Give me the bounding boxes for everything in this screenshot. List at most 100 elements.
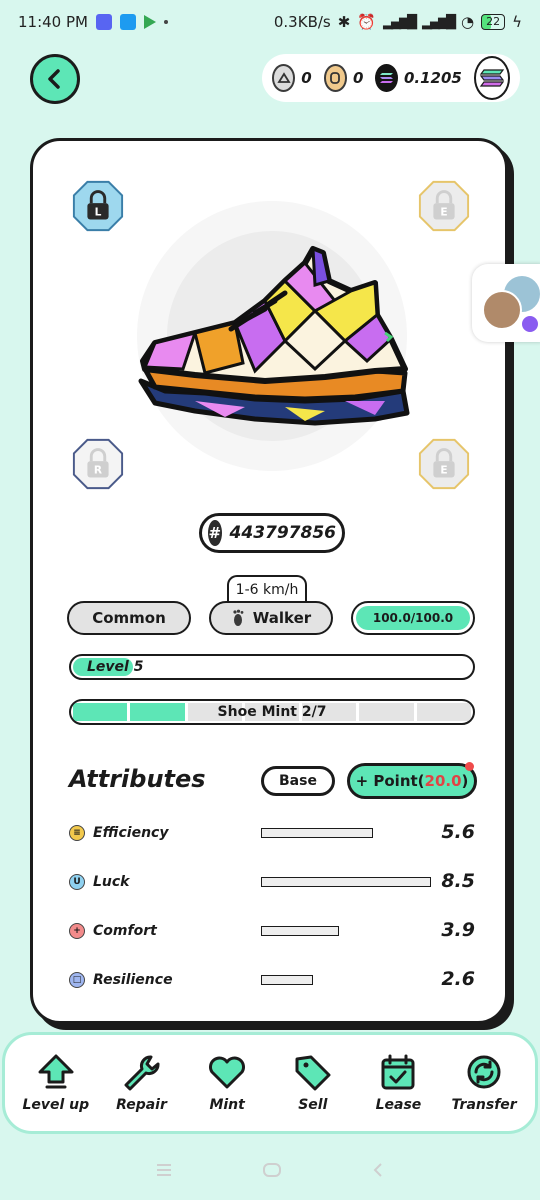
shoe-mint-bar: Shoe Mint 2/7 xyxy=(69,699,475,725)
attribute-bar-fill xyxy=(261,828,373,838)
gst-coin-icon xyxy=(272,64,296,92)
rarity-badge: Common xyxy=(67,601,191,635)
back-button[interactable] xyxy=(30,54,80,104)
nav-label: Transfer xyxy=(451,1097,517,1113)
tag-icon xyxy=(295,1055,331,1091)
attribute-value: 5.6 xyxy=(441,821,475,843)
messenger-icon xyxy=(520,314,540,334)
bluetooth-icon: ✱ xyxy=(337,13,351,31)
attribute-name: Efficiency xyxy=(93,825,169,841)
nav-label: Level up xyxy=(22,1097,90,1113)
sneaker-id-badge[interactable]: # 443797856 xyxy=(199,513,345,553)
repair-button[interactable]: Repair xyxy=(101,1053,181,1113)
attribute-bar xyxy=(261,975,313,985)
sneaker-image xyxy=(138,246,410,426)
chevron-left-icon xyxy=(48,69,60,89)
attribute-row-comfort: + Comfort 3.9 xyxy=(69,919,475,943)
attribute-bar xyxy=(261,926,339,936)
chat-heads-bubble[interactable] xyxy=(472,264,540,342)
type-badge: Walker xyxy=(209,601,333,635)
attribute-bar-fill xyxy=(261,877,431,887)
attribute-name: Resilience xyxy=(93,972,173,988)
durability-value: 100.0/100.0 xyxy=(372,611,454,625)
luck-icon: U xyxy=(69,874,85,890)
system-navigation-bar xyxy=(0,1140,540,1200)
transfer-icon xyxy=(467,1055,501,1089)
solana-coin-icon xyxy=(375,64,398,92)
attribute-bar xyxy=(261,828,373,838)
avatar xyxy=(482,290,522,330)
wifi-icon: ◔ xyxy=(461,13,475,31)
shoe-mint-label: Shoe Mint 2/7 xyxy=(217,704,327,720)
gem-socket-top-left[interactable]: L xyxy=(71,179,125,233)
gem-socket-label: E xyxy=(440,207,447,219)
attribute-bar-fill xyxy=(261,975,313,985)
solana-icon xyxy=(479,69,505,87)
gem-socket-label: L xyxy=(95,207,102,219)
sneaker-card: L E R E # 443797856 1-6 km/h Common Walk… xyxy=(30,138,508,1024)
lease-button[interactable]: Lease xyxy=(358,1053,438,1113)
level-progress-bar: Level 5 xyxy=(69,654,475,680)
heart-icon xyxy=(209,1056,246,1089)
rarity-label: Common xyxy=(92,609,166,627)
gem-socket-label: E xyxy=(440,465,447,477)
attribute-bar xyxy=(261,877,431,887)
nav-label: Repair xyxy=(116,1097,167,1113)
home-icon[interactable] xyxy=(261,1162,283,1178)
attribute-value: 2.6 xyxy=(441,968,475,990)
hash-icon: # xyxy=(208,520,222,546)
available-points: 20.0 xyxy=(424,772,462,790)
charging-icon: ϟ xyxy=(512,13,522,31)
sell-button[interactable]: Sell xyxy=(273,1053,353,1113)
status-bar: 11:40 PM 0.3KB/s ✱ ⏰ ▂▄▆█ ▂▄▆█ ◔ 22 ϟ xyxy=(0,0,540,44)
battery-icon: 22 xyxy=(481,14,506,30)
wrench-icon xyxy=(124,1055,160,1091)
base-button[interactable]: Base xyxy=(261,766,335,796)
gst-balance: 0 xyxy=(301,69,312,87)
signal-2-icon: ▂▄▆█ xyxy=(422,14,456,30)
gem-socket-bottom-left[interactable]: R xyxy=(71,437,125,491)
transfer-button[interactable]: Transfer xyxy=(444,1053,524,1113)
resilience-icon: □ xyxy=(69,972,85,988)
back-nav-icon[interactable] xyxy=(370,1162,386,1178)
recent-apps-icon[interactable] xyxy=(154,1162,174,1178)
nav-label: Mint xyxy=(209,1097,245,1113)
gem-socket-label: R xyxy=(94,465,102,477)
type-label: Walker xyxy=(252,609,312,627)
nav-label: Sell xyxy=(298,1097,328,1113)
attribute-value: 8.5 xyxy=(441,870,475,892)
attribute-row-resilience: □ Resilience 2.6 xyxy=(69,968,475,992)
level-up-icon xyxy=(38,1054,74,1089)
lock-icon: E xyxy=(418,438,470,490)
gmt-balance: 0 xyxy=(353,69,364,87)
network-speed: 0.3KB/s xyxy=(273,13,331,31)
nav-label: Lease xyxy=(375,1097,422,1113)
notification-dot xyxy=(465,762,474,771)
attribute-name: Luck xyxy=(93,874,130,890)
comfort-icon: + xyxy=(69,923,85,939)
gem-socket-bottom-right[interactable]: E xyxy=(417,437,471,491)
durability-badge: 100.0/100.0 xyxy=(351,601,475,635)
speed-range: 1-6 km/h xyxy=(227,575,307,603)
lock-icon: L xyxy=(72,180,124,232)
efficiency-icon: ≡ xyxy=(69,825,85,841)
signal-icon: ▂▄▆█ xyxy=(383,14,417,30)
attribute-row-luck: U Luck 8.5 xyxy=(69,870,475,894)
level-up-button[interactable]: Level up xyxy=(16,1053,96,1113)
lock-icon: E xyxy=(418,180,470,232)
play-store-icon xyxy=(143,15,156,29)
mint-button[interactable]: Mint xyxy=(187,1053,267,1113)
solana-wallet-button[interactable] xyxy=(473,56,511,100)
add-point-close: ) xyxy=(461,772,469,790)
battery-level: 22 xyxy=(486,15,501,28)
attribute-name: Comfort xyxy=(93,923,157,939)
more-notifications-icon xyxy=(163,20,168,24)
gem-socket-top-right[interactable]: E xyxy=(417,179,471,233)
bottom-action-bar: Level up Repair Mint Sell Lease Transfer xyxy=(2,1032,538,1134)
add-point-button[interactable]: + Point(20.0) xyxy=(347,762,477,799)
alarm-icon: ⏰ xyxy=(357,13,376,31)
wallet-balances[interactable]: 0 0 0.1205 xyxy=(262,54,520,102)
calendar-icon xyxy=(381,1054,415,1090)
attribute-bar-fill xyxy=(261,926,339,936)
lock-icon: R xyxy=(72,438,124,490)
